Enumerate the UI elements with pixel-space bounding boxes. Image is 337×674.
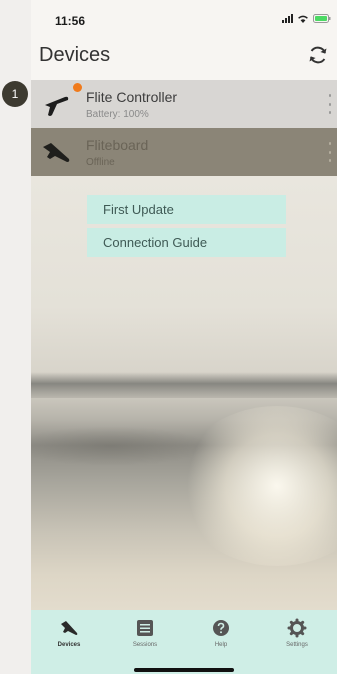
device-row-fliteboard[interactable]: Fliteboard Offline (31, 128, 337, 176)
device-name: Flite Controller (86, 89, 178, 105)
phone-screen: 11:56 Devices Flite Controller Battery: … (31, 0, 337, 674)
screen: 1 11:56 Devices Flite Controller Battery… (0, 0, 337, 674)
status-bar: 11:56 (31, 0, 337, 34)
ocean-horizon (31, 372, 337, 398)
refresh-icon[interactable] (307, 44, 329, 66)
tab-devices[interactable]: Devices (31, 618, 107, 658)
tab-settings[interactable]: Settings (259, 618, 335, 658)
device-name: Fliteboard (86, 137, 149, 153)
more-options-icon[interactable] (327, 94, 333, 114)
help-icon (211, 618, 231, 638)
tab-bar: Devices Sessions Help Settings (31, 610, 337, 674)
tab-label: Settings (286, 642, 308, 648)
header: Devices (31, 34, 337, 78)
sun-glare (177, 406, 337, 566)
connection-guide-button[interactable]: Connection Guide (87, 228, 286, 257)
wifi-icon (297, 14, 309, 23)
step-badge: 1 (2, 81, 28, 107)
tab-label: Devices (57, 642, 81, 648)
tab-help[interactable]: Help (183, 618, 259, 658)
tab-sessions[interactable]: Sessions (107, 618, 183, 658)
notification-dot (73, 83, 82, 92)
fliteboard-icon (41, 139, 71, 165)
first-update-button[interactable]: First Update (87, 195, 286, 224)
battery-icon (313, 14, 331, 23)
status-time: 11:56 (55, 14, 86, 28)
list-icon (135, 618, 155, 638)
controller-icon (41, 91, 71, 117)
gear-icon (287, 618, 307, 638)
fliteboard-icon (59, 618, 79, 638)
page-title: Devices (39, 44, 111, 66)
tab-label: Help (214, 642, 228, 648)
status-icons (282, 14, 331, 23)
device-connection-status: Offline (86, 157, 115, 168)
home-indicator (134, 668, 234, 672)
signal-icon (282, 14, 293, 23)
tab-label: Sessions (132, 642, 158, 648)
more-options-icon[interactable] (327, 142, 333, 162)
device-battery-status: Battery: 100% (86, 109, 149, 120)
